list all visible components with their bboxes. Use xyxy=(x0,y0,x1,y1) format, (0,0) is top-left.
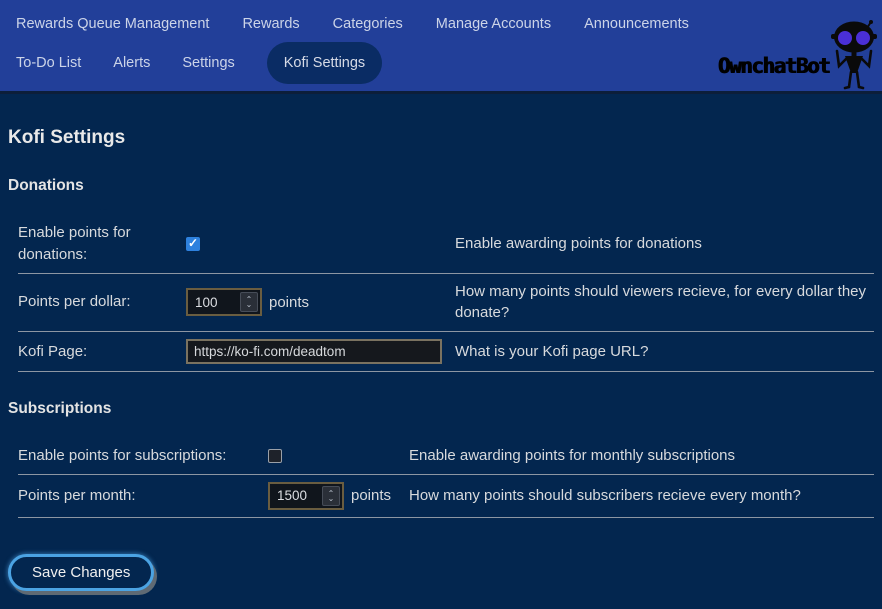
points-per-month-help: How many points should subscribers recie… xyxy=(409,485,874,507)
table-row-points-per-dollar: Points per dollar: ⌃ ⌄ points How many p… xyxy=(18,274,874,333)
spinner-icon[interactable]: ⌃ ⌄ xyxy=(240,292,258,312)
spinner-icon[interactable]: ⌃ ⌄ xyxy=(322,486,340,506)
kofi-page-help: What is your Kofi page URL? xyxy=(455,341,874,363)
kofi-page-control xyxy=(186,339,455,364)
nav-item-kofi-settings[interactable]: Kofi Settings xyxy=(267,42,382,84)
table-row-kofi-page: Kofi Page: What is your Kofi page URL? xyxy=(18,332,874,372)
enable-subscriptions-checkbox[interactable] xyxy=(268,449,282,463)
enable-donations-checkbox[interactable] xyxy=(186,237,200,251)
points-per-dollar-input[interactable] xyxy=(188,290,238,314)
save-changes-button[interactable]: Save Changes xyxy=(8,554,154,591)
points-per-dollar-label: Points per dollar: xyxy=(18,291,186,313)
enable-subscriptions-help: Enable awarding points for monthly subsc… xyxy=(409,445,874,467)
nav-item-announcements[interactable]: Announcements xyxy=(584,16,689,32)
robot-icon xyxy=(831,20,877,92)
table-row-enable-donations: Enable points for donations: Enable awar… xyxy=(18,215,874,274)
nav-item-manage-accounts[interactable]: Manage Accounts xyxy=(436,16,551,32)
nav-item-settings[interactable]: Settings xyxy=(182,42,234,84)
nav-item-rewards-queue-management[interactable]: Rewards Queue Management xyxy=(16,16,209,32)
points-per-month-label: Points per month: xyxy=(18,485,268,507)
enable-subscriptions-control xyxy=(268,449,409,463)
nav-item-alerts[interactable]: Alerts xyxy=(113,42,150,84)
subscriptions-settings-table: Enable points for subscriptions: Enable … xyxy=(18,438,874,518)
table-row-points-per-month: Points per month: ⌃ ⌄ points How many po… xyxy=(18,475,874,518)
ownchatbot-logo: OwnchatBot xyxy=(718,18,877,92)
enable-donations-help: Enable awarding points for donations xyxy=(455,233,874,255)
points-suffix-label: points xyxy=(269,294,309,311)
spinner-down-icon[interactable]: ⌄ xyxy=(246,302,253,307)
nav-item-todo-list[interactable]: To-Do List xyxy=(16,42,81,84)
nav-item-categories[interactable]: Categories xyxy=(333,16,403,32)
spinner-down-icon[interactable]: ⌄ xyxy=(328,496,335,501)
nav-item-rewards[interactable]: Rewards xyxy=(242,16,299,32)
points-suffix-label: points xyxy=(351,487,391,504)
enable-donations-label: Enable points for donations: xyxy=(18,222,186,266)
donations-section-heading: Donations xyxy=(8,177,874,195)
donations-settings-table: Enable points for donations: Enable awar… xyxy=(18,215,874,372)
enable-subscriptions-label: Enable points for subscriptions: xyxy=(18,445,268,467)
subscriptions-section-heading: Subscriptions xyxy=(8,400,874,418)
points-per-month-control: ⌃ ⌄ points xyxy=(268,482,409,510)
page-title: Kofi Settings xyxy=(8,94,874,149)
top-navigation: Rewards Queue Management Rewards Categor… xyxy=(0,0,882,94)
table-row-enable-subscriptions: Enable points for subscriptions: Enable … xyxy=(18,438,874,475)
kofi-page-label: Kofi Page: xyxy=(18,341,186,363)
kofi-page-url-input[interactable] xyxy=(186,339,442,364)
points-per-dollar-stepper: ⌃ ⌄ xyxy=(186,288,262,316)
kofi-settings-page: Kofi Settings Donations Enable points fo… xyxy=(0,94,882,591)
points-per-month-stepper: ⌃ ⌄ xyxy=(268,482,344,510)
enable-donations-control xyxy=(186,237,455,251)
logo-text: OwnchatBot xyxy=(718,54,829,78)
points-per-dollar-control: ⌃ ⌄ points xyxy=(186,288,455,316)
points-per-month-input[interactable] xyxy=(270,484,320,508)
points-per-dollar-help: How many points should viewers recieve, … xyxy=(455,281,874,325)
